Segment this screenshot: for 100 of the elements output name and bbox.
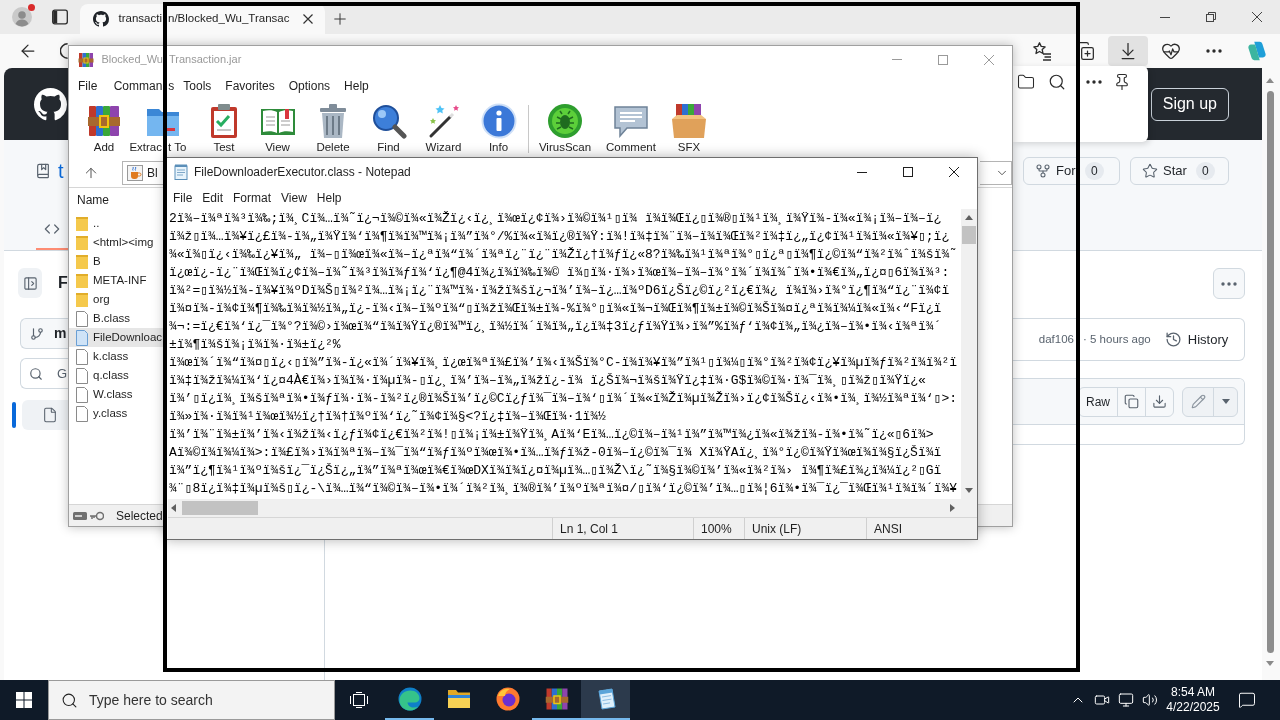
toolbar-button[interactable]: Add — [80, 99, 128, 159]
file-row[interactable]: B.class — [69, 309, 163, 328]
search-field[interactable]: G — [20, 358, 68, 389]
profile-avatar-icon[interactable] — [12, 7, 32, 27]
menu-item[interactable]: Help — [337, 75, 376, 97]
taskbar-app-button[interactable] — [581, 680, 630, 720]
file-row[interactable]: META-INF — [69, 271, 163, 290]
fox-browser-icon — [495, 687, 520, 711]
repo-name[interactable]: t — [58, 161, 64, 181]
pencil-icon — [1190, 394, 1206, 409]
star-button[interactable]: Star 0 — [1130, 157, 1229, 185]
text-line: ï¾²=▯ï¾½ï¾-ï¾¥ï¾ºDï¾Š▯ï¾²ï¾…ï¾¡ï¿¨ï¾™ï¾·ï¾žï¾šï¿¬ï¾’ï¾–ï¿…ï¾ºD6ï¿Šï¿©ï¿²ï¿€ï¾¿ ï¾ï¾›ï¾°ï¿¶ï¾“ï¿¨ï¾¢ï — [169, 282, 950, 300]
text-line: ±ï¾¶ï¾šï¾¡ï¾ï¾·ï¾±ï¿²% — [169, 336, 341, 354]
close-icon — [949, 167, 959, 177]
menu-item[interactable]: Comman s — [104, 75, 177, 97]
comment-icon — [613, 103, 649, 139]
commit-hash: daf106 — [1037, 331, 1074, 347]
text-line: ï¾’ï¾¨ï¾±ï¾’ï¾‹ï¾žï¾‹ï¿ƒï¾¢ï¿€ï¾²ï¾!▯ï¾¡ï¾±ï¾Ÿï¾¸Aï¾‘Eï¾…ï¿©ï¾–ï¾¹ï¾”ï¾™ï¾¿ï¾«ï¾žï¾-ï¾•ï¾˜ï¿«▯6ï¾> — [169, 426, 934, 444]
menu-item[interactable]: Options — [281, 75, 338, 97]
menu-item[interactable]: Edit — [197, 187, 229, 208]
text-line: ¾«ï¾▯ï¿‹ï¾‰ï¿¥ï¾„ ï¾–▯ï¾œï¾«ï¾–ï¿ªï¾“ï¾´ï¾ªï¿¨ï¿¨ï¾Žï¿†ï¾ƒï¿«8?ï¾‰ï¾¹ï¾ªï¾°▯ï¿ª▯ï¾¶ï¿©ï¾“ï¾²ï¾ˆï¾šï¾˜ — [169, 246, 958, 264]
copy-icon — [1124, 394, 1139, 409]
file-row[interactable]: B — [69, 252, 163, 271]
close-icon — [984, 54, 994, 65]
line-ending: Unix (LF) — [752, 520, 802, 538]
toolbar-button[interactable]: Extrac t To — [128, 99, 198, 159]
toolbar-button[interactable]: Info — [471, 99, 526, 159]
text-line: ï¾»ï¾·ï¾ï¾¹ï¾œï¾½ï¿†ï¾†ï¾ºï¾‘ï¿˜ï¾¢ï¾§<?ï¿‡ï¾–ï¾Œï¾·1ï¾½ — [169, 408, 606, 426]
file-icon — [76, 405, 88, 422]
restore-icon — [1206, 12, 1216, 22]
plus-icon — [331, 10, 349, 28]
zoom-level: 100% — [701, 520, 732, 538]
search-icon — [61, 691, 78, 709]
file-row[interactable]: FileDownloac — [69, 328, 163, 347]
name-column-header[interactable]: Name — [69, 188, 159, 212]
menu-item[interactable]: Favorites — [218, 75, 282, 97]
menu-item[interactable]: View — [276, 187, 312, 208]
selection-bar — [12, 402, 16, 428]
maximize-icon — [938, 54, 948, 65]
repo-book-icon — [35, 163, 51, 179]
bug-icon — [547, 103, 583, 139]
menu-item[interactable]: File — [71, 75, 105, 97]
text-line: ¾¬:=ï¿€ï¾‘ï¿¯ï¾°?ï¾©›ï¾œï¾“ï¾ï¾Ÿï¿®ï¾™ï¿¸ï¾½ï¾´ï¾ï¾„ï¿ï¾‡3ï¿ƒï¾Ÿï¾›ï¾”%ï¾ƒ‘ï¾¢ï¾„ï¾¿ï¾–ï¾•ï¾‹ï¾ªï¾´ — [169, 318, 942, 336]
toolbar-button[interactable]: Find — [361, 99, 416, 159]
clock-time: 8:54 AM — [1171, 685, 1215, 700]
menu-item[interactable]: Format — [228, 187, 277, 208]
menu-item[interactable]: Tools — [176, 75, 219, 97]
books-archive-icon — [544, 687, 569, 711]
more-icon — [1086, 80, 1102, 84]
camera-icon — [1094, 692, 1110, 708]
file-icon — [76, 348, 88, 365]
history-link[interactable]: History — [1164, 329, 1229, 350]
toolbar-button[interactable]: SFX — [662, 99, 716, 159]
branch-button[interactable]: m — [20, 318, 68, 349]
file-row[interactable]: <html><img — [69, 233, 163, 252]
menu-item[interactable]: Help — [311, 187, 347, 208]
volume-icon — [1142, 692, 1158, 708]
file-tree-item[interactable] — [22, 400, 68, 430]
ribbon-logo-icon — [1246, 40, 1268, 62]
panel-toggle-icon — [22, 275, 38, 291]
minimize-icon — [1160, 16, 1170, 18]
browser-tab[interactable]: transacti n/Blocked_Wu_Transac — [80, 4, 325, 34]
toolbar-button[interactable]: Comment — [600, 99, 662, 159]
raw-button[interactable]: Raw — [1079, 387, 1117, 416]
search-icon — [370, 103, 407, 139]
download-icon — [1152, 394, 1167, 409]
sign-up-button[interactable]: Sign up — [1150, 87, 1229, 121]
taskbar-search-field[interactable]: Type here to search — [48, 680, 335, 720]
file-row[interactable]: y.class — [69, 404, 163, 423]
pin-icon — [1113, 73, 1131, 91]
heart-pulse-icon — [1161, 41, 1181, 61]
window-title: FileDownloaderExecutor.class - Notepad — [194, 164, 411, 181]
file-row[interactable]: .. — [69, 214, 163, 233]
site-logo-icon[interactable] — [34, 87, 67, 121]
search-icon — [1048, 73, 1066, 91]
menu-item[interactable]: File — [168, 187, 198, 208]
file-row[interactable]: org — [69, 290, 163, 309]
folder-icon — [76, 234, 88, 251]
scroll-down-arrow-icon — [1266, 661, 1274, 666]
toolbar-button[interactable]: Wizard — [416, 99, 471, 159]
text-line: ï¾œï¾´ï¾“ï¾¤▯ï¿‹▯ï¾”ï¾-ï¿«ï¾´ï¾¥ï¾¸ï¿œï¾ªï¾£ï¾’ï¾‹ï¾Šï¾°C-ï¾ï¾¥ï¾”ï¾¹▯ï¾¼▯ï¾°ï¾²ï¾¢ï¿¥ï¾µï¾ƒï¾²ï¾ï¾²ï — [169, 354, 958, 372]
scroll-right-arrow-icon — [950, 504, 955, 512]
scroll-up-arrow-icon — [1266, 78, 1274, 83]
downloads-button[interactable] — [1108, 36, 1148, 66]
counter-badge: 0 — [1196, 162, 1215, 180]
fork-icon — [1035, 163, 1051, 179]
file-row[interactable]: q.class — [69, 366, 163, 385]
caret-down-icon — [1221, 399, 1230, 404]
text-line: ï¾’▯ï¿ï¾¸ï¾šï¾ªï¾•ï¾ƒï¾·ï¾-ï¾²ï¿®ï¾Šï¾’ï¿©Cï¿ƒï¾¯ï¾–ï¾‘▯ï¾´ï¾«ï¾Žï¾µï¾Žï¾›ï¿¢ï¾Šï¿‹ï¾•ï¾¸ï¾½ï¾ªï¾‘▯>: — [169, 390, 957, 408]
info-icon — [480, 103, 517, 139]
path-field[interactable]: Bl — [122, 161, 163, 185]
task-view-icon — [349, 692, 369, 708]
text-line: ï¾¤ï¾-ï¾¢ï¾¶ï¾‰ï¾ï¾½ï¾„ï¿-ï¾‹ï¾–ï¾ºï¾“▯ï¾žï¾Œï¾±ï¾-%ï¾°▯ï¾«ï¾¬ï¾Œï¾¶ï¾±ï¾©ï¾Šï¾¤ï¿ªï¾ï¾¼ï¾«ï¾‹“Fï¿ï — [169, 300, 942, 318]
sidebar-toggle-button[interactable] — [18, 268, 42, 298]
box-icon — [671, 103, 707, 139]
minimize-icon — [892, 59, 902, 60]
tab-actions-icon — [52, 9, 68, 25]
file-row[interactable]: k.class — [69, 347, 163, 366]
file-row[interactable]: W.class — [69, 385, 163, 404]
fork-button[interactable]: For 0 — [1023, 157, 1120, 185]
